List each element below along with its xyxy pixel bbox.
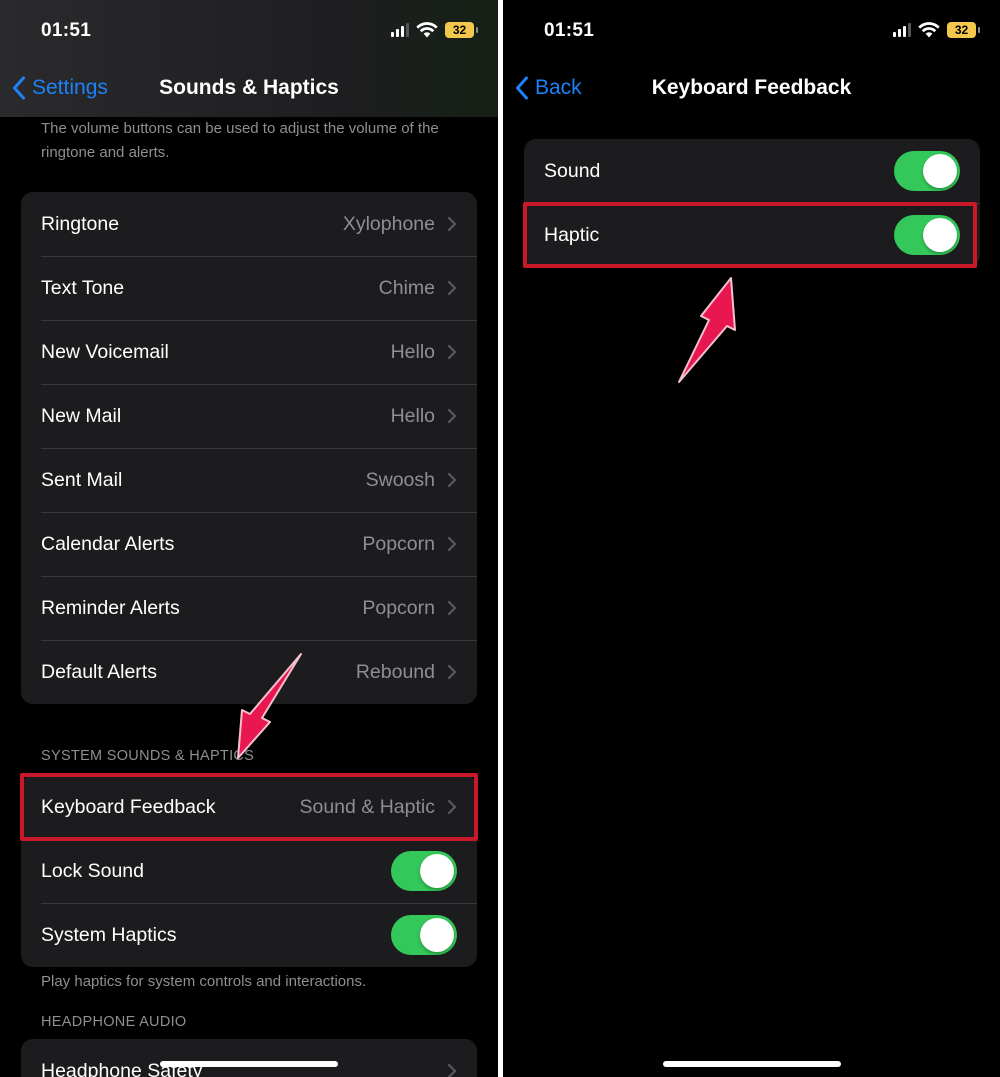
keyboard-feedback-label: Keyboard Feedback: [41, 795, 216, 818]
system-haptics-toggle[interactable]: [391, 915, 457, 955]
status-icons: 32: [391, 22, 478, 38]
battery-icon: 32: [947, 22, 980, 38]
tone-row[interactable]: Ringtone Xylophone: [21, 192, 477, 256]
cellular-signal-icon: [391, 23, 409, 37]
tone-row-value: Rebound: [355, 660, 435, 683]
keyboard-feedback-group: Sound Haptic: [524, 139, 980, 267]
tone-row[interactable]: Default Alerts Rebound: [21, 640, 477, 704]
tone-row-label: Default Alerts: [41, 660, 157, 683]
toggle-knob: [420, 854, 454, 888]
system-haptics-row: System Haptics: [21, 903, 477, 967]
tone-row-value: Xylophone: [342, 212, 435, 235]
disclosure-chevron-icon: [447, 344, 457, 360]
lock-sound-label: Lock Sound: [41, 859, 144, 882]
tone-row-label: New Mail: [41, 404, 122, 427]
system-sounds-section-header: SYSTEM SOUNDS & HAPTICS: [41, 748, 255, 764]
tone-row[interactable]: Sent Mail Swoosh: [21, 448, 477, 512]
system-haptics-label: System Haptics: [41, 923, 177, 946]
home-indicator: [160, 1061, 338, 1067]
tone-row[interactable]: New Mail Hello: [21, 384, 477, 448]
disclosure-chevron-icon: [447, 280, 457, 296]
tone-row-value: Popcorn: [362, 596, 435, 619]
tone-row[interactable]: Text Tone Chime: [21, 256, 477, 320]
cellular-signal-icon: [893, 23, 911, 37]
right-screen-keyboard-feedback: 01:51 32 Back Keyboard Feedback Sound Ha…: [503, 0, 1000, 1077]
headphone-safety-row[interactable]: Headphone Safety: [21, 1039, 477, 1077]
disclosure-chevron-icon: [447, 472, 457, 488]
navigation-bar: Back Keyboard Feedback: [503, 62, 1000, 117]
status-icons: 32: [893, 22, 980, 38]
toggle-knob: [420, 918, 454, 952]
tone-row-label: Reminder Alerts: [41, 596, 180, 619]
status-time: 01:51: [544, 20, 595, 41]
status-bar: 01:51 32: [0, 0, 498, 62]
tones-group: Ringtone Xylophone Text Tone Chime New Voice…: [21, 192, 477, 704]
wifi-icon: [416, 22, 438, 38]
lock-sound-toggle[interactable]: [391, 851, 457, 891]
toggle-knob: [923, 218, 957, 252]
toggle-knob: [923, 154, 957, 188]
disclosure-chevron-icon: [447, 1063, 457, 1077]
disclosure-chevron-icon: [447, 216, 457, 232]
tone-row-value: Hello: [390, 404, 435, 427]
left-screen-sounds-haptics: 01:51 32 Settings Sounds & Haptics The v…: [0, 0, 498, 1077]
haptic-label: Haptic: [544, 223, 600, 246]
home-indicator: [663, 1061, 841, 1067]
status-time: 01:51: [41, 20, 92, 41]
battery-icon: 32: [445, 22, 478, 38]
haptic-toggle[interactable]: [894, 215, 960, 255]
sound-row: Sound: [524, 139, 980, 203]
tone-row-label: New Voicemail: [41, 340, 169, 363]
tone-row-label: Sent Mail: [41, 468, 123, 491]
system-sounds-group: Keyboard Feedback Sound & Haptic Lock So…: [21, 775, 477, 967]
status-bar: 01:51 32: [503, 0, 1000, 62]
haptic-row: Haptic: [524, 203, 980, 267]
page-title: Keyboard Feedback: [651, 76, 852, 99]
tone-row-label: Text Tone: [41, 276, 125, 299]
tone-row-value: Hello: [390, 340, 435, 363]
tone-row-value: Swoosh: [365, 468, 435, 491]
disclosure-chevron-icon: [447, 536, 457, 552]
volume-footnote: The volume buttons can be used to adjust…: [41, 120, 439, 161]
page-title: Sounds & Haptics: [0, 76, 498, 100]
navigation-bar: Settings Sounds & Haptics: [0, 62, 498, 117]
tone-row-value: Chime: [378, 276, 435, 299]
disclosure-chevron-icon: [447, 664, 457, 680]
sound-label: Sound: [544, 159, 601, 182]
headphone-group: Headphone Safety: [21, 1039, 477, 1077]
tone-row-label: Calendar Alerts: [41, 532, 175, 555]
disclosure-chevron-icon: [447, 600, 457, 616]
lock-sound-row: Lock Sound: [21, 839, 477, 903]
tone-row[interactable]: New Voicemail Hello: [21, 320, 477, 384]
wifi-icon: [918, 22, 940, 38]
sound-toggle[interactable]: [894, 151, 960, 191]
headphone-audio-section-header: HEADPHONE AUDIO: [41, 1014, 187, 1030]
page-title-text: Sounds & Haptics: [159, 76, 339, 99]
tone-row-label: Ringtone: [41, 212, 120, 235]
disclosure-chevron-icon: [447, 799, 457, 815]
disclosure-chevron-icon: [447, 408, 457, 424]
tone-row[interactable]: Reminder Alerts Popcorn: [21, 576, 477, 640]
keyboard-feedback-value: Sound & Haptic: [299, 795, 435, 818]
tone-row-value: Popcorn: [362, 532, 435, 555]
keyboard-feedback-row[interactable]: Keyboard Feedback Sound & Haptic: [21, 775, 477, 839]
tone-row[interactable]: Calendar Alerts Popcorn: [21, 512, 477, 576]
annotation-arrow-icon: [678, 277, 736, 383]
haptics-footnote: Play haptics for system controls and int…: [41, 973, 367, 990]
